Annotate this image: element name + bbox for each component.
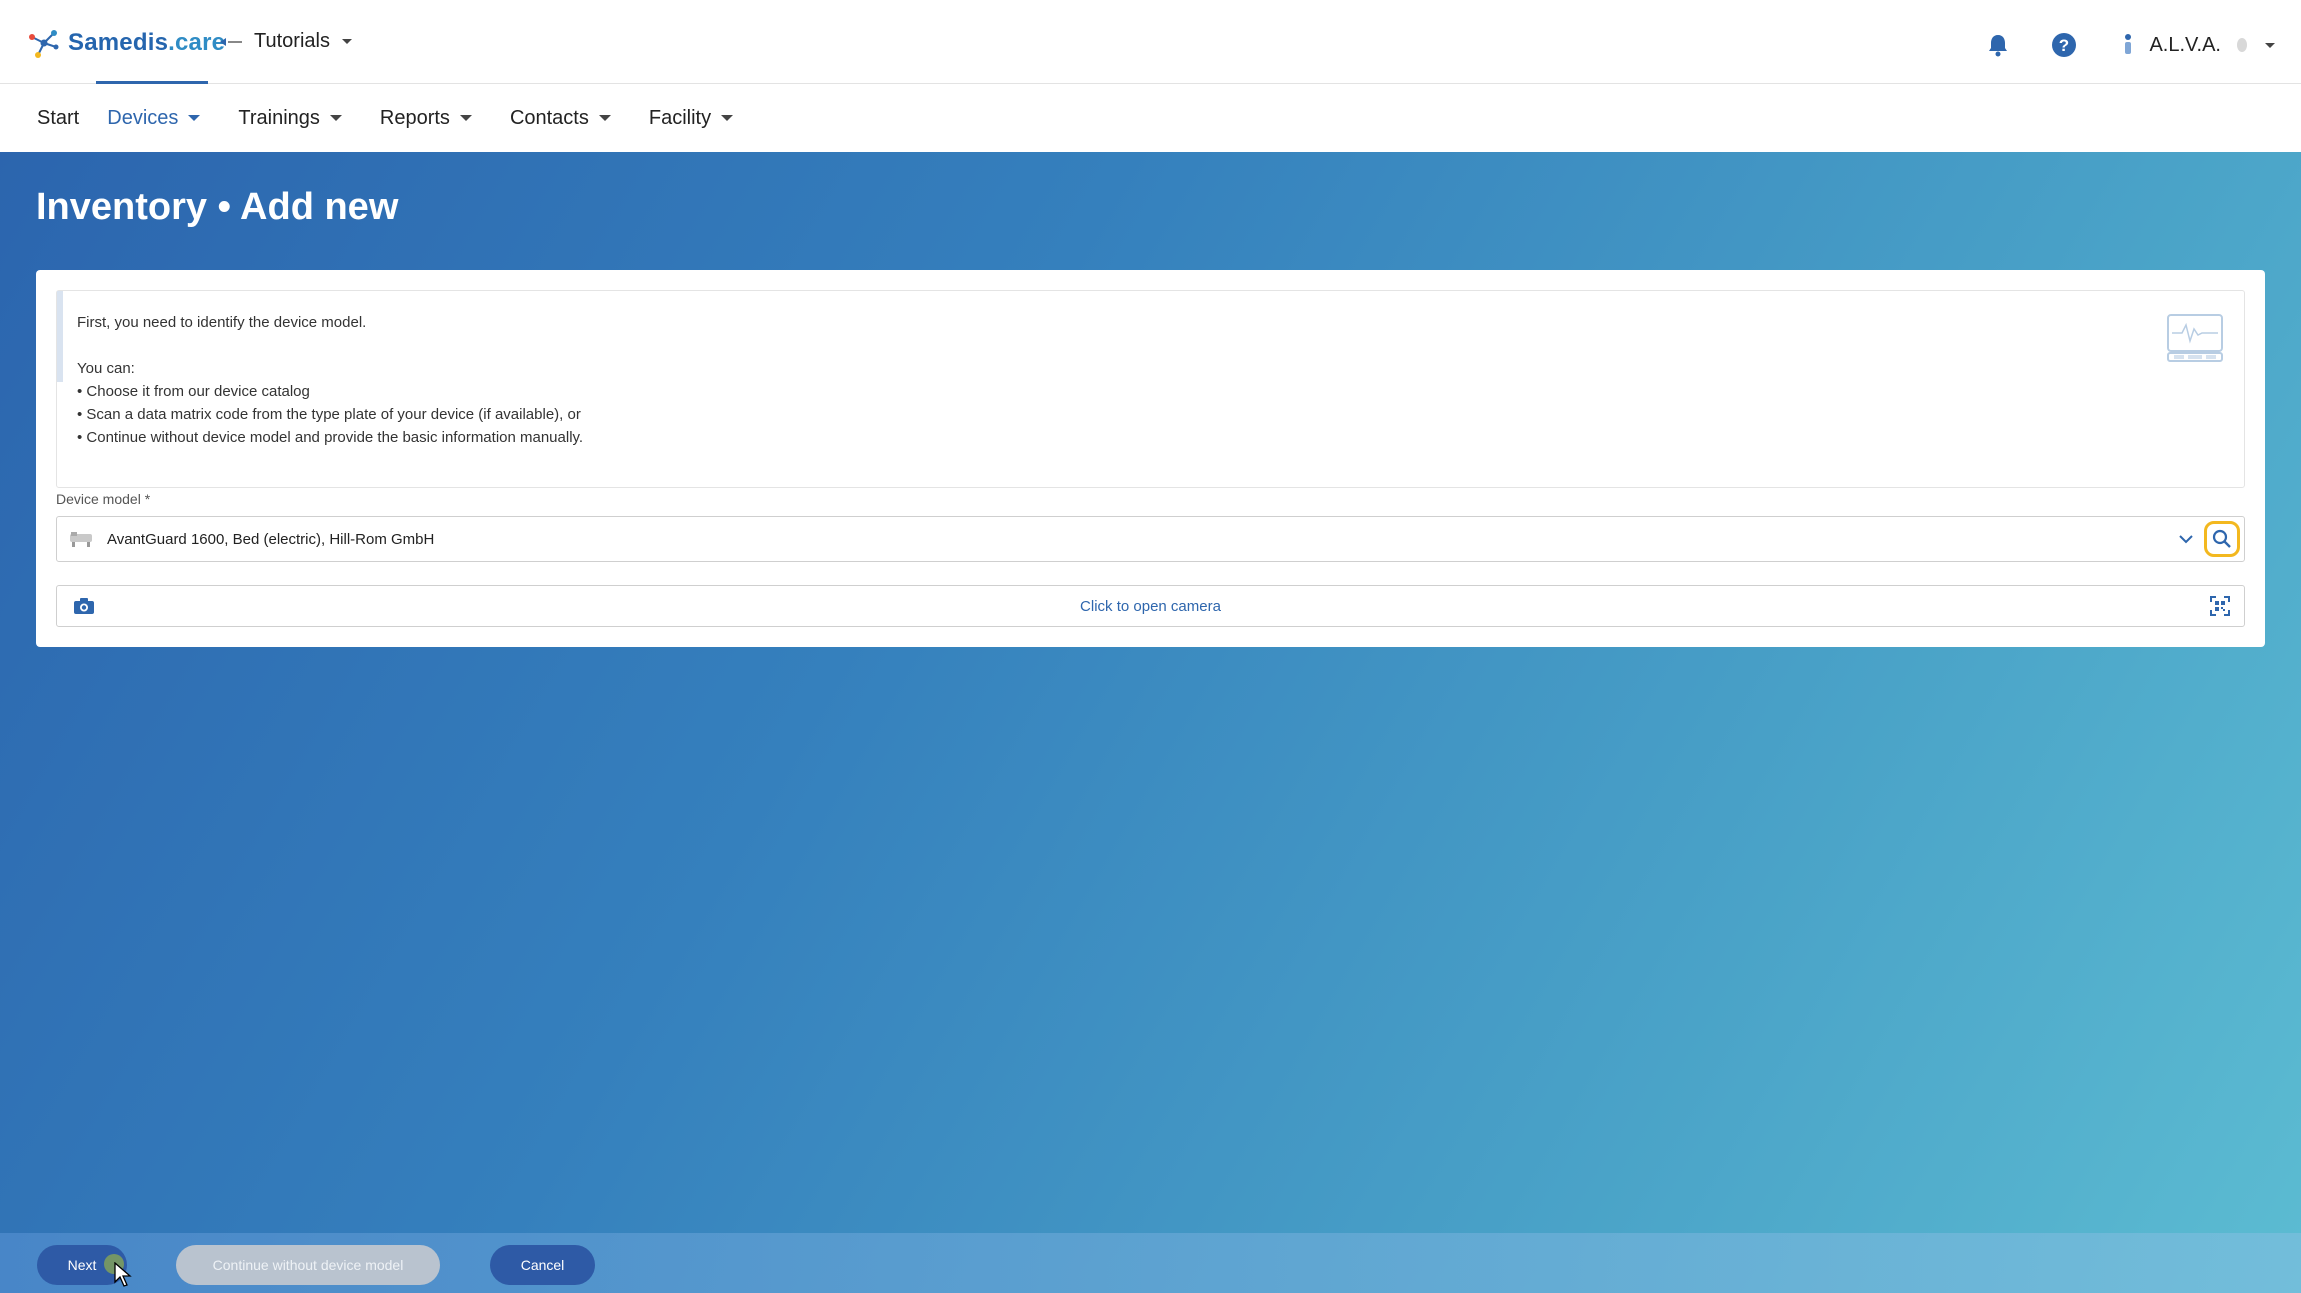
nav-item-contacts[interactable]: Contacts (510, 107, 611, 130)
chevron-down-icon (459, 115, 472, 121)
nav-item-label: Contacts (509, 106, 589, 129)
instruction-bullet: • Continue without device model and prov… (77, 429, 584, 446)
chevron-down-icon (2265, 42, 2275, 48)
instruction-line: First, you need to identify the device m… (77, 314, 367, 331)
user-menu[interactable]: A.L.V.A. (2121, 33, 2275, 57)
svg-text:?: ? (2059, 36, 2069, 55)
continue-without-model-button[interactable]: Continue without device model (176, 1245, 440, 1285)
tenant-switcher[interactable]: Tutorials (218, 30, 352, 53)
chevron-down-icon (188, 115, 201, 121)
nav-item-facility[interactable]: Facility (648, 106, 734, 130)
page-title: Inventory • Add new (36, 186, 399, 228)
user-name: A.L.V.A. (2149, 33, 2221, 56)
chevron-down-icon (341, 39, 352, 44)
user-icon (2125, 34, 2132, 54)
device-model-value: AvantGuard 1600, Bed (electric), Hill-Ro… (107, 530, 435, 548)
instructions-text: First, you need to identify the device m… (77, 311, 583, 449)
chevron-down-icon (721, 115, 734, 121)
nav-item-label: Start (37, 106, 80, 129)
qr-scan-icon (2210, 596, 2230, 616)
open-camera-button[interactable]: Click to open camera (56, 585, 2245, 627)
info-stripe (57, 291, 63, 382)
camera-label: Click to open camera (1080, 597, 1221, 615)
nav-item-label: Devices (107, 106, 179, 129)
nav-item-reports[interactable]: Reports (380, 107, 472, 130)
notifications-button[interactable] (1981, 28, 2015, 62)
device-model-select[interactable]: AvantGuard 1600, Bed (electric), Hill-Ro… (56, 516, 2245, 562)
device-model-label: Device model * (56, 491, 151, 507)
instructions-box: First, you need to identify the device m… (56, 290, 2245, 488)
brand-name: Samedis.care (68, 29, 226, 56)
brand-logo[interactable]: Samedis.care (26, 27, 225, 59)
user-avatar-icon (2237, 38, 2247, 52)
search-catalog-button[interactable] (2204, 521, 2240, 557)
nav-item-label: Facility (648, 106, 712, 129)
top-header: Samedis.care Tutorials ? A.L.V.A. (0, 0, 2301, 84)
medical-monitor-icon (2167, 314, 2223, 362)
tenant-name: Tutorials (254, 30, 330, 52)
nav-item-start[interactable]: Start (37, 107, 79, 130)
footer-action-bar: Next Continue without device model Cance… (0, 1233, 2301, 1293)
samedis-logo-icon (29, 30, 59, 58)
nav-item-label: Trainings (238, 106, 320, 129)
page: Samedis.care Tutorials ? A.L.V.A. Start … (0, 0, 2301, 1293)
nav-item-trainings[interactable]: Trainings (238, 107, 342, 130)
tenant-logo-icon (220, 37, 242, 46)
add-device-card: First, you need to identify the device m… (36, 270, 2265, 647)
help-button[interactable]: ? (2047, 28, 2081, 62)
nav-item-label: Reports (379, 106, 450, 129)
instruction-bullet: • Scan a data matrix code from the type … (77, 406, 581, 423)
chevron-down-icon[interactable] (2176, 529, 2196, 549)
mouse-cursor-icon (114, 1262, 132, 1287)
main-navigation: Start Devices Trainings Reports Contacts… (0, 84, 2301, 152)
chevron-down-icon (598, 115, 611, 121)
top-actions: ? A.L.V.A. (1949, 28, 2275, 62)
nav-item-devices[interactable]: Devices (107, 106, 201, 130)
cancel-button[interactable]: Cancel (490, 1245, 595, 1285)
search-icon (2212, 529, 2231, 548)
instruction-line: You can: (77, 360, 135, 377)
device-thumbnail-icon (70, 532, 92, 547)
camera-icon (74, 598, 94, 614)
chevron-down-icon (329, 115, 342, 121)
instruction-bullet: • Choose it from our device catalog (77, 383, 310, 400)
bell-icon (1989, 35, 2008, 57)
help-icon: ? (2052, 33, 2077, 57)
